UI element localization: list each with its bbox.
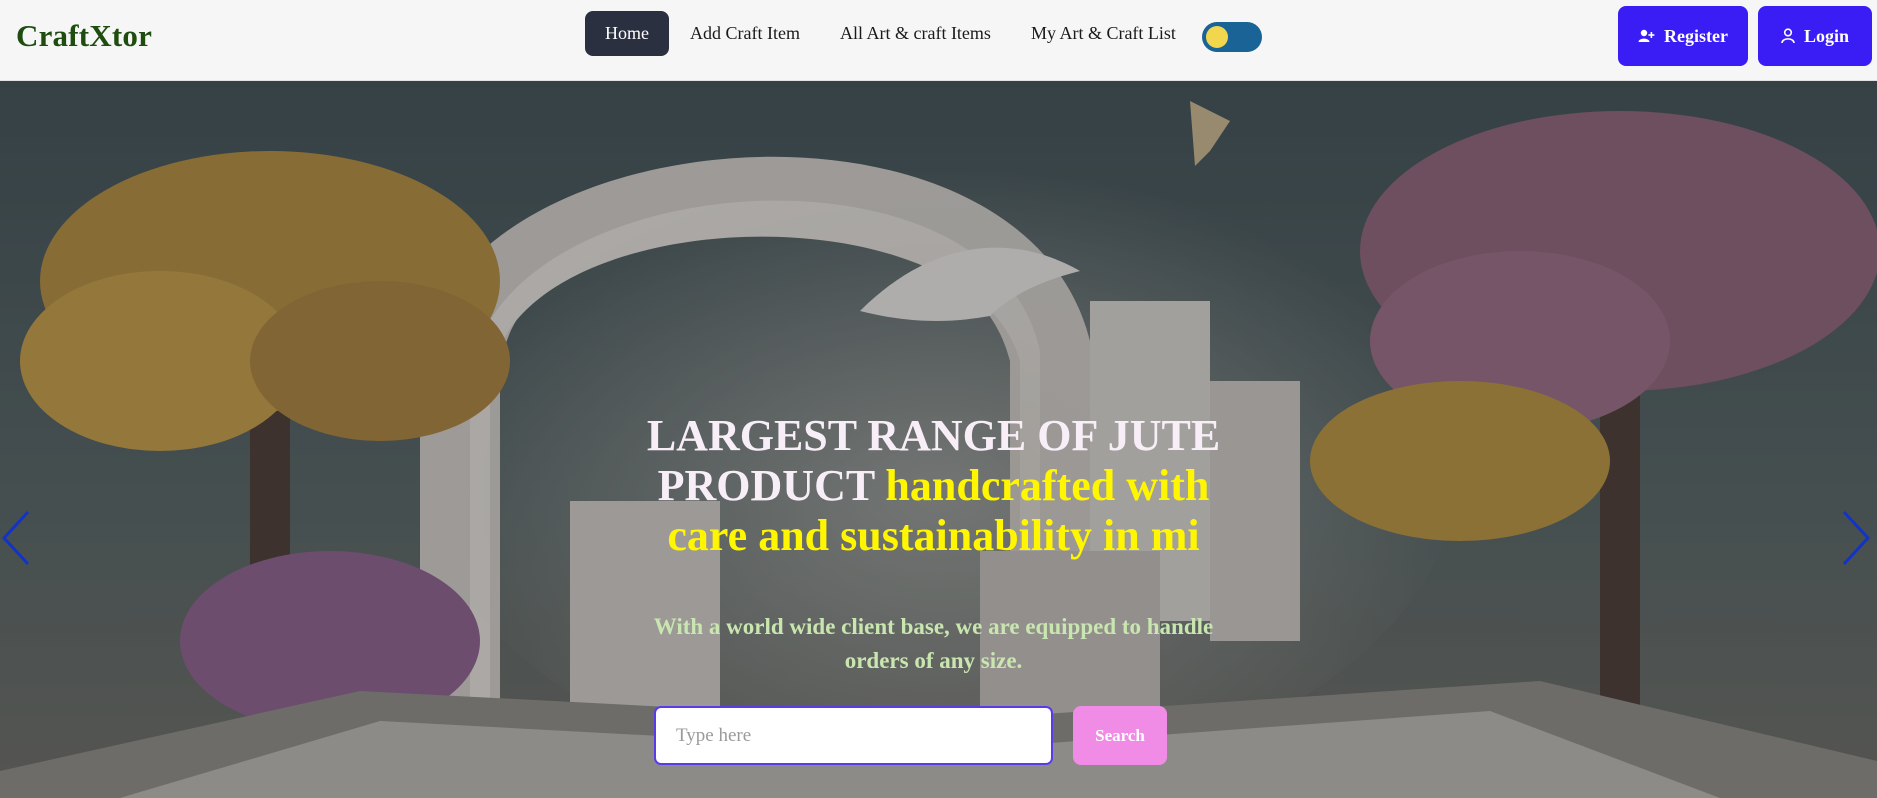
search-button[interactable]: Search [1073, 706, 1167, 765]
login-label: Login [1803, 25, 1850, 46]
nav-add-craft-item[interactable]: Add Craft Item [670, 11, 820, 56]
brand-logo[interactable]: CraftXtor [16, 18, 152, 54]
user-icon [1781, 28, 1795, 44]
login-button[interactable]: Login [1758, 6, 1872, 66]
carousel-next-arrow[interactable] [1838, 508, 1872, 568]
hero-subtitle: With a world wide client base, we are eq… [653, 614, 1214, 673]
theme-toggle[interactable] [1202, 22, 1262, 52]
user-plus-icon [1638, 29, 1655, 43]
search-input[interactable] [654, 706, 1053, 765]
register-button[interactable]: Register [1618, 6, 1748, 66]
theme-toggle-knob [1206, 26, 1228, 48]
carousel-prev-arrow[interactable] [0, 508, 34, 568]
chevron-left-icon [1, 510, 30, 566]
register-label: Register [1664, 25, 1728, 46]
nav-my-art-craft-list[interactable]: My Art & Craft List [1011, 11, 1196, 56]
chevron-right-icon [1842, 510, 1871, 566]
nav-all-art-craft-items[interactable]: All Art & craft Items [820, 11, 1011, 56]
main-nav: Home Add Craft Item All Art & craft Item… [585, 11, 1196, 56]
hero-title: LARGEST RANGE OF JUTE PRODUCT handcrafte… [640, 411, 1227, 561]
navbar: CraftXtor Home Add Craft Item All Art & … [0, 0, 1877, 81]
nav-home[interactable]: Home [585, 11, 669, 56]
hero-carousel: LARGEST RANGE OF JUTE PRODUCT handcrafte… [0, 81, 1877, 798]
